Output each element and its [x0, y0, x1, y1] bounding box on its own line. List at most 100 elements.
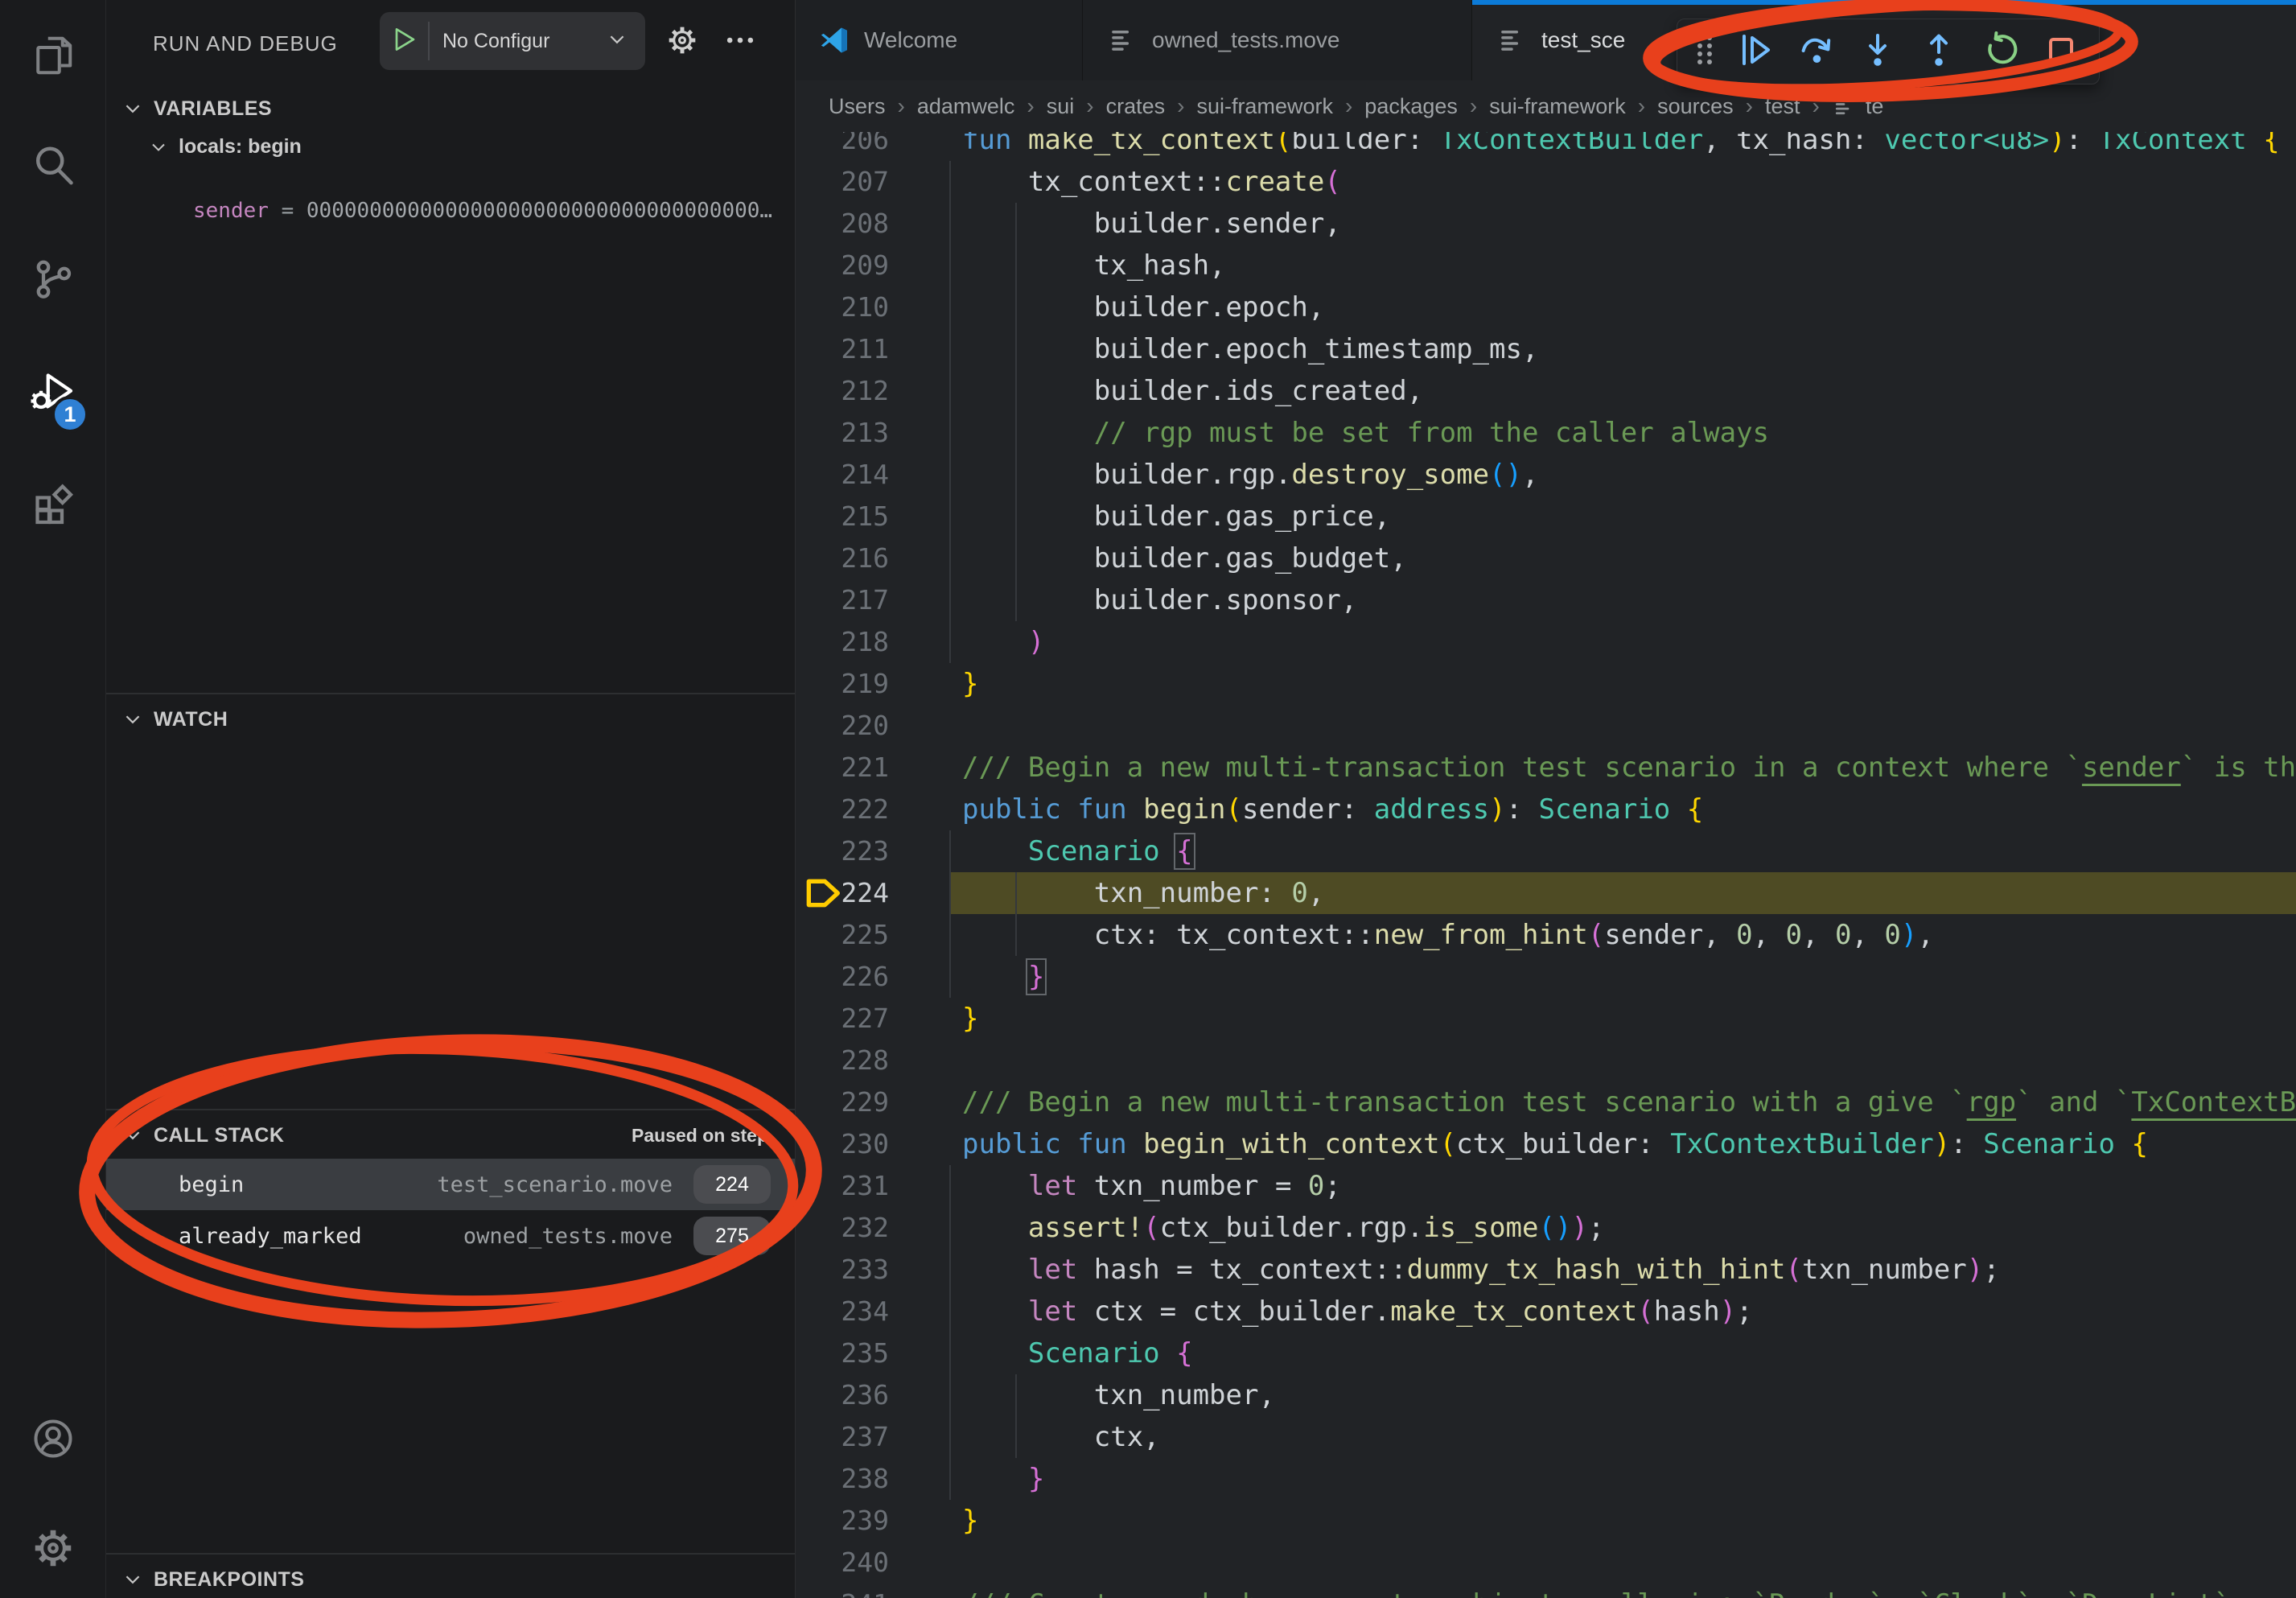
breadcrumb-item[interactable]: sources	[1657, 94, 1734, 119]
code-lines[interactable]: 206fun make_tx_context(builder: TxContex…	[795, 119, 2296, 1598]
code-line-207[interactable]: 207 tx_context::create(	[795, 161, 2296, 203]
debug-configuration-dropdown[interactable]: No Configur	[380, 12, 645, 70]
code-line-237[interactable]: 237 ctx,	[795, 1416, 2296, 1458]
line-number[interactable]: 231	[795, 1165, 902, 1207]
code-line-212[interactable]: 212 builder.ids_created,	[795, 370, 2296, 412]
line-number[interactable]: 218	[795, 621, 902, 663]
code-line-219[interactable]: 219}	[795, 663, 2296, 705]
code-line-211[interactable]: 211 builder.epoch_timestamp_ms,	[795, 328, 2296, 370]
line-number[interactable]: 216	[795, 537, 902, 579]
more-actions-button[interactable]	[718, 19, 763, 64]
section-call-stack[interactable]: CALL STACK Paused on step	[105, 1110, 795, 1160]
line-number[interactable]: 241	[795, 1584, 902, 1598]
restart-button[interactable]	[1972, 25, 2028, 78]
line-number[interactable]: 237	[795, 1416, 902, 1458]
code-line-214[interactable]: 214 builder.rgp.destroy_some(),	[795, 454, 2296, 496]
activity-item-search[interactable]	[0, 123, 105, 212]
code-line-240[interactable]: 240	[795, 1542, 2296, 1584]
activity-item-source-control[interactable]	[0, 237, 105, 325]
code-line-225[interactable]: 225 ctx: tx_context::new_from_hint(sende…	[795, 914, 2296, 956]
code-line-228[interactable]: 228	[795, 1040, 2296, 1081]
step-over-button[interactable]	[1788, 25, 1845, 78]
activity-item-explorer[interactable]	[0, 13, 105, 101]
start-debug-icon[interactable]	[380, 25, 428, 58]
line-number[interactable]: 236	[795, 1374, 902, 1416]
code-line-235[interactable]: 235 Scenario {	[795, 1332, 2296, 1374]
line-number[interactable]: 229	[795, 1081, 902, 1123]
line-number[interactable]: 232	[795, 1207, 902, 1249]
line-number[interactable]: 239	[795, 1500, 902, 1542]
section-breakpoints[interactable]: BREAKPOINTS	[105, 1555, 795, 1598]
breadcrumb-file[interactable]: te	[1832, 94, 1884, 119]
code-line-215[interactable]: 215 builder.gas_price,	[795, 496, 2296, 537]
line-number[interactable]: 217	[795, 579, 902, 621]
line-number[interactable]: 212	[795, 370, 902, 412]
line-number[interactable]: 219	[795, 663, 902, 705]
line-number[interactable]: 215	[795, 496, 902, 537]
section-watch[interactable]: WATCH	[105, 694, 795, 744]
line-number[interactable]: 214	[795, 454, 902, 496]
breadcrumb-item[interactable]: Users	[829, 94, 886, 119]
line-number[interactable]: 230	[795, 1123, 902, 1165]
line-number[interactable]: 208	[795, 203, 902, 245]
continue-button[interactable]	[1727, 25, 1784, 78]
code-line-238[interactable]: 238 }	[795, 1458, 2296, 1500]
breadcrumb-item[interactable]: sui-framework	[1196, 94, 1333, 119]
line-number[interactable]: 220	[795, 705, 902, 747]
breadcrumb-item[interactable]: sui	[1047, 94, 1075, 119]
code-line-229[interactable]: 229/// Begin a new multi-transaction tes…	[795, 1081, 2296, 1123]
code-line-223[interactable]: 223 Scenario {	[795, 830, 2296, 872]
code-line-210[interactable]: 210 builder.epoch,	[795, 286, 2296, 328]
activity-item-run-and-debug[interactable]	[0, 349, 105, 438]
line-number[interactable]: 224	[795, 872, 902, 914]
stack-frame-begin[interactable]: begintest_scenario.move224	[105, 1159, 795, 1210]
code-line-220[interactable]: 220	[795, 705, 2296, 747]
step-out-button[interactable]	[1911, 25, 1967, 78]
line-number[interactable]: 210	[795, 286, 902, 328]
activity-item-account[interactable]	[0, 1396, 105, 1485]
code-line-231[interactable]: 231 let txn_number = 0;	[795, 1165, 2296, 1207]
section-variables[interactable]: VARIABLES	[105, 84, 795, 134]
line-number[interactable]: 233	[795, 1249, 902, 1291]
line-number[interactable]: 213	[795, 412, 902, 454]
line-number[interactable]: 238	[795, 1458, 902, 1500]
code-line-213[interactable]: 213 // rgp must be set from the caller a…	[795, 412, 2296, 454]
line-number[interactable]: 235	[795, 1332, 902, 1374]
code-line-227[interactable]: 227}	[795, 998, 2296, 1040]
stop-button[interactable]	[2033, 25, 2089, 78]
code-line-208[interactable]: 208 builder.sender,	[795, 203, 2296, 245]
code-line-239[interactable]: 239}	[795, 1500, 2296, 1542]
variables-scope-locals[interactable]: locals: begin	[149, 135, 302, 159]
toolbar-drag-handle[interactable]	[1687, 25, 1722, 78]
line-number[interactable]: 223	[795, 830, 902, 872]
line-number[interactable]: 211	[795, 328, 902, 370]
code-line-232[interactable]: 232 assert!(ctx_builder.rgp.is_some());	[795, 1207, 2296, 1249]
code-line-226[interactable]: 226 }	[795, 956, 2296, 998]
tab-welcome[interactable]: Welcome	[795, 0, 1083, 80]
breadcrumb-item[interactable]: adamwelc	[917, 94, 1015, 119]
step-into-button[interactable]	[1850, 25, 1906, 78]
line-number[interactable]: 226	[795, 956, 902, 998]
code-line-236[interactable]: 236 txn_number,	[795, 1374, 2296, 1416]
breadcrumb-item[interactable]: crates	[1106, 94, 1166, 119]
line-number[interactable]: 209	[795, 245, 902, 286]
stack-frame-already_marked[interactable]: already_markedowned_tests.move275	[105, 1210, 795, 1262]
line-number[interactable]: 222	[795, 789, 902, 830]
line-number[interactable]: 227	[795, 998, 902, 1040]
code-line-224[interactable]: 224 txn_number: 0,	[795, 872, 2296, 914]
code-line-233[interactable]: 233 let hash = tx_context::dummy_tx_hash…	[795, 1249, 2296, 1291]
variable-sender[interactable]: sender = 0000000000000000000000000000000…	[193, 190, 772, 232]
activity-item-extensions[interactable]	[0, 459, 105, 548]
code-line-222[interactable]: 222public fun begin(sender: address): Sc…	[795, 789, 2296, 830]
line-number[interactable]: 207	[795, 161, 902, 203]
debug-settings-button[interactable]	[660, 19, 705, 64]
line-number[interactable]: 234	[795, 1291, 902, 1332]
code-line-217[interactable]: 217 builder.sponsor,	[795, 579, 2296, 621]
breadcrumb-item[interactable]: packages	[1364, 94, 1458, 119]
code-line-241[interactable]: 241/// Creates and shares system objects…	[795, 1584, 2296, 1598]
line-number[interactable]: 221	[795, 747, 902, 789]
activity-item-settings[interactable]	[0, 1505, 105, 1594]
breadcrumb-item[interactable]: test	[1765, 94, 1800, 119]
code-line-209[interactable]: 209 tx_hash,	[795, 245, 2296, 286]
code-line-218[interactable]: 218 )	[795, 621, 2296, 663]
